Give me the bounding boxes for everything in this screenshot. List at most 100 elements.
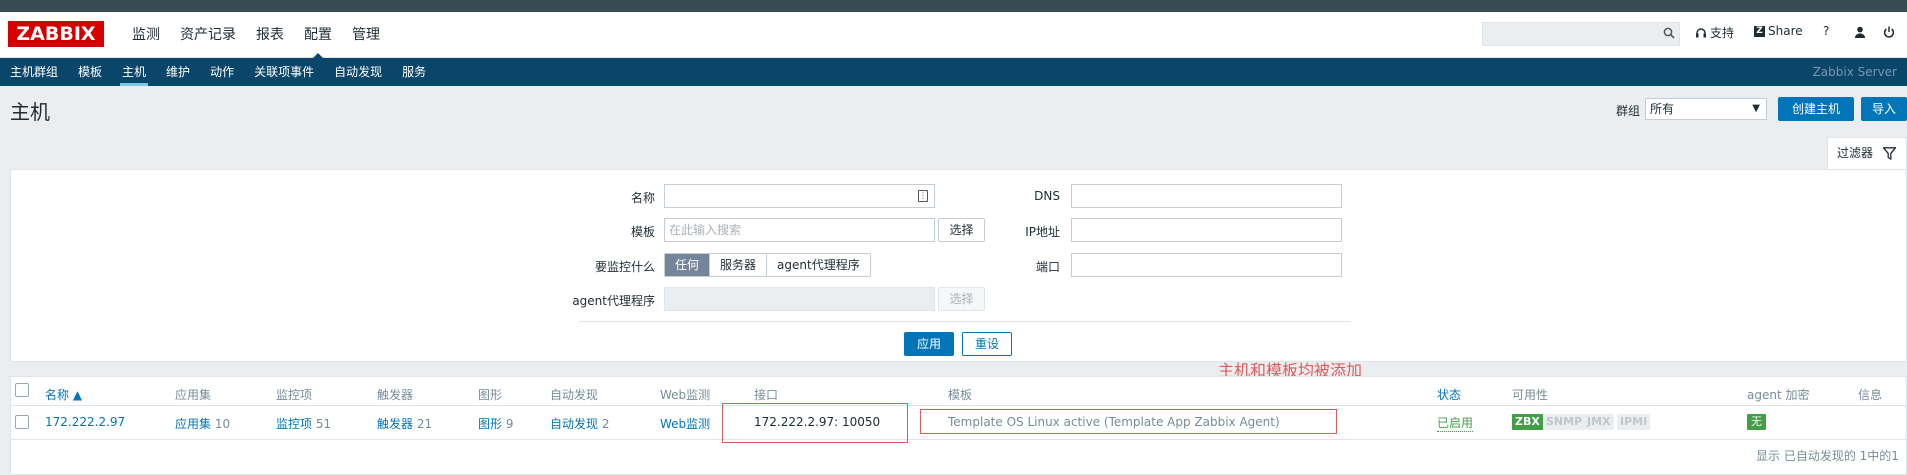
filter-name-input[interactable]: ⋮ bbox=[664, 184, 935, 208]
discovery-link[interactable]: 自动发现 bbox=[550, 417, 598, 431]
table-row-divider bbox=[10, 439, 1907, 440]
share-label: Share bbox=[1768, 24, 1803, 38]
global-search-input[interactable] bbox=[1482, 22, 1680, 46]
group-select[interactable]: 所有 ▼ bbox=[1645, 98, 1767, 120]
templates-cell[interactable]: Template OS Linux active (Template App Z… bbox=[948, 415, 1280, 429]
search-icon[interactable] bbox=[1663, 27, 1675, 39]
menu-administration[interactable]: 管理 bbox=[342, 12, 390, 58]
filter-template-label: 模板 bbox=[630, 225, 655, 239]
header-items: 监控项 bbox=[276, 388, 313, 402]
user-icon[interactable] bbox=[1854, 26, 1866, 38]
filter-template-input[interactable]: 在此输入搜索 bbox=[664, 218, 935, 242]
filter-tab[interactable]: 过滤器 bbox=[1827, 137, 1907, 169]
submenu-actions[interactable]: 动作 bbox=[200, 58, 244, 86]
window-top-strip bbox=[0, 0, 1907, 12]
interface-cell: 172.222.2.97: 10050 bbox=[754, 415, 881, 429]
header-status[interactable]: 状态 bbox=[1437, 386, 1461, 403]
filter-panel bbox=[10, 169, 1907, 362]
header-templates: 模板 bbox=[948, 388, 973, 402]
filter-proxy-label: agent代理程序 bbox=[572, 294, 655, 308]
submenu-host-groups[interactable]: 主机群组 bbox=[0, 58, 68, 86]
graphs-link[interactable]: 图形 bbox=[478, 417, 502, 431]
zabbix-logo[interactable]: ZABBIX bbox=[8, 21, 104, 47]
header-discovery: 自动发现 bbox=[550, 388, 599, 402]
status-enabled-link[interactable]: 已启用 bbox=[1437, 414, 1474, 432]
header-triggers: 触发器 bbox=[377, 388, 414, 402]
submenu-hosts[interactable]: 主机 bbox=[112, 58, 156, 86]
header-name[interactable]: 名称 ▲ bbox=[45, 386, 82, 403]
availability-ipmi-badge: IPMI bbox=[1617, 414, 1651, 430]
filter-port-input[interactable] bbox=[1071, 253, 1342, 277]
select-all-checkbox[interactable] bbox=[15, 383, 29, 397]
help-link[interactable]: ? bbox=[1823, 24, 1829, 38]
chevron-down-icon: ▼ bbox=[1752, 103, 1760, 114]
header-interface: 接口 bbox=[754, 388, 779, 402]
monitor-option-server[interactable]: 服务器 bbox=[709, 254, 767, 276]
share-link[interactable]: Z Share bbox=[1754, 24, 1803, 38]
table-footer-summary: 显示 已自动发现的 1中的1 bbox=[1756, 449, 1899, 463]
import-button[interactable]: 导入 bbox=[1861, 97, 1907, 121]
availability-jmx-badge: JMX bbox=[1584, 414, 1614, 430]
filter-proxy-input bbox=[664, 287, 935, 311]
filter-divider bbox=[579, 321, 1351, 322]
share-icon: Z bbox=[1754, 25, 1765, 37]
filter-dns-input[interactable] bbox=[1071, 184, 1342, 208]
server-label: Zabbix Server bbox=[1812, 65, 1897, 79]
applications-link[interactable]: 应用集 bbox=[175, 417, 211, 431]
help-icon: ? bbox=[1823, 24, 1830, 38]
discovery-cell: 自动发现 2 bbox=[550, 415, 609, 432]
triggers-count: 21 bbox=[416, 417, 433, 431]
menu-reports[interactable]: 报表 bbox=[246, 12, 294, 58]
submenu-maintenance[interactable]: 维护 bbox=[156, 58, 200, 86]
support-label: 支持 bbox=[1710, 26, 1735, 40]
submenu-discovery[interactable]: 自动发现 bbox=[324, 58, 392, 86]
group-select-value: 所有 bbox=[1650, 102, 1675, 116]
items-count: 51 bbox=[315, 417, 332, 431]
template-select-button[interactable]: 选择 bbox=[938, 218, 985, 242]
web-link[interactable]: Web监测 bbox=[660, 415, 710, 432]
headset-icon bbox=[1696, 27, 1706, 37]
monitor-radio-group: 任何 服务器 agent代理程序 bbox=[664, 253, 871, 277]
filter-ip-label: IP地址 bbox=[1025, 225, 1060, 239]
submenu-templates[interactable]: 模板 bbox=[68, 58, 112, 86]
availability-snmp-badge: SNMP bbox=[1543, 414, 1586, 430]
header-info: 信息 bbox=[1858, 388, 1883, 402]
main-menu: 监测 资产记录 报表 配置 管理 bbox=[122, 12, 390, 59]
triggers-cell: 触发器 21 bbox=[377, 415, 432, 432]
sub-menu: 主机群组 模板 主机 维护 动作 关联项事件 自动发现 服务 Zabbix Se… bbox=[0, 58, 1907, 86]
monitor-option-proxy[interactable]: agent代理程序 bbox=[766, 254, 870, 276]
submenu-event-correlation[interactable]: 关联项事件 bbox=[244, 58, 324, 86]
filter-monitor-label: 要监控什么 bbox=[594, 260, 655, 274]
create-host-button[interactable]: 创建主机 bbox=[1778, 97, 1854, 121]
header-availability: 可用性 bbox=[1512, 388, 1549, 402]
applications-cell: 应用集 10 bbox=[175, 415, 230, 432]
filter-port-label: 端口 bbox=[1035, 260, 1060, 274]
submenu-services[interactable]: 服务 bbox=[392, 58, 436, 86]
triggers-link[interactable]: 触发器 bbox=[377, 417, 413, 431]
encryption-none-badge: 无 bbox=[1747, 414, 1766, 430]
graphs-count: 9 bbox=[505, 417, 514, 431]
menu-configuration[interactable]: 配置 bbox=[294, 12, 342, 59]
apply-button[interactable]: 应用 bbox=[904, 332, 954, 356]
row-checkbox[interactable] bbox=[15, 415, 29, 429]
filter-ip-input[interactable] bbox=[1071, 218, 1342, 242]
availability-zbx-badge: ZBX bbox=[1512, 414, 1543, 430]
proxy-select-button: 选择 bbox=[938, 287, 985, 311]
items-link[interactable]: 监控项 bbox=[276, 417, 312, 431]
filter-tab-label: 过滤器 bbox=[1837, 146, 1874, 160]
monitor-option-any[interactable]: 任何 bbox=[665, 254, 710, 276]
host-name-link[interactable]: 172.222.2.97 bbox=[45, 415, 125, 429]
filter-icon bbox=[1883, 147, 1896, 160]
menu-monitoring[interactable]: 监测 bbox=[122, 12, 170, 58]
page-title: 主机 bbox=[10, 100, 50, 124]
menu-inventory[interactable]: 资产记录 bbox=[170, 12, 246, 58]
applications-count: 10 bbox=[214, 417, 231, 431]
header-applications: 应用集 bbox=[175, 388, 212, 402]
header-encryption: agent 加密 bbox=[1747, 388, 1810, 402]
header-graphs: 图形 bbox=[478, 388, 503, 402]
reset-button[interactable]: 重设 bbox=[962, 332, 1012, 356]
support-link[interactable]: 支持 bbox=[1695, 24, 1734, 41]
keyboard-icon: ⋮ bbox=[918, 190, 928, 202]
power-icon[interactable] bbox=[1883, 26, 1895, 38]
header-web: Web监测 bbox=[660, 388, 711, 402]
